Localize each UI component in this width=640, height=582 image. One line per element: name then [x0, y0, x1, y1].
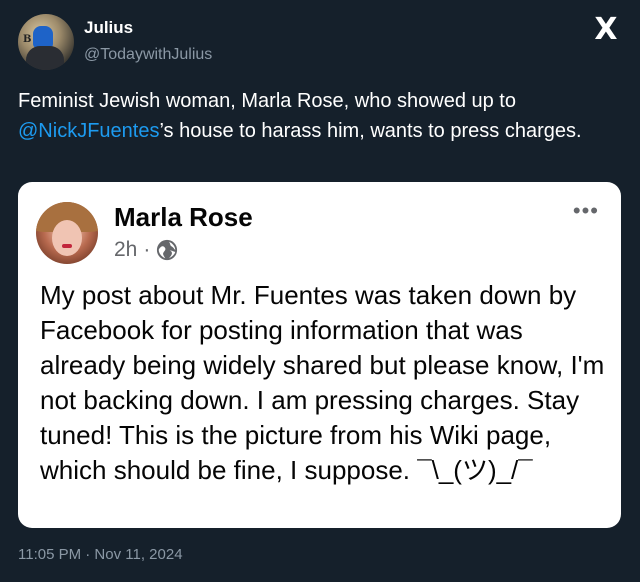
- tweet-text-after: ’s house to harass him, wants to press c…: [159, 120, 582, 142]
- post-author-avatar[interactable]: [36, 202, 98, 264]
- author-avatar[interactable]: B: [18, 14, 74, 70]
- avatar-face: [52, 220, 82, 256]
- post-text: My post about Mr. Fuentes was taken down…: [40, 280, 605, 485]
- meta-separator: ·: [143, 238, 151, 261]
- author-name[interactable]: Julius: [84, 18, 133, 38]
- tweet-text-before: Feminist Jewish woman, Marla Rose, who s…: [18, 90, 516, 112]
- mention-link[interactable]: @NickJFuentes: [18, 120, 159, 142]
- avatar-lips: [62, 244, 72, 248]
- globe-icon: [157, 239, 178, 261]
- avatar-body: [26, 46, 64, 70]
- post-meta: 2h ·: [114, 238, 178, 262]
- embedded-facebook-post[interactable]: Marla Rose 2h · ••• My post about Mr. Fu…: [18, 182, 621, 528]
- avatar-letter-decoration: B: [23, 34, 32, 45]
- post-author-name[interactable]: Marla Rose: [114, 202, 253, 233]
- tweet-timestamp[interactable]: 11:05 PM · Nov 11, 2024: [18, 546, 183, 563]
- tweet-text: Feminist Jewish woman, Marla Rose, who s…: [18, 86, 618, 146]
- x-logo-icon[interactable]: X: [592, 15, 620, 45]
- tweet-header: B Julius @TodaywithJulius X: [18, 12, 622, 72]
- avatar-hat: [33, 26, 53, 48]
- more-options-icon[interactable]: •••: [573, 200, 599, 222]
- author-handle[interactable]: @TodaywithJulius: [84, 46, 212, 64]
- post-time[interactable]: 2h: [114, 238, 137, 262]
